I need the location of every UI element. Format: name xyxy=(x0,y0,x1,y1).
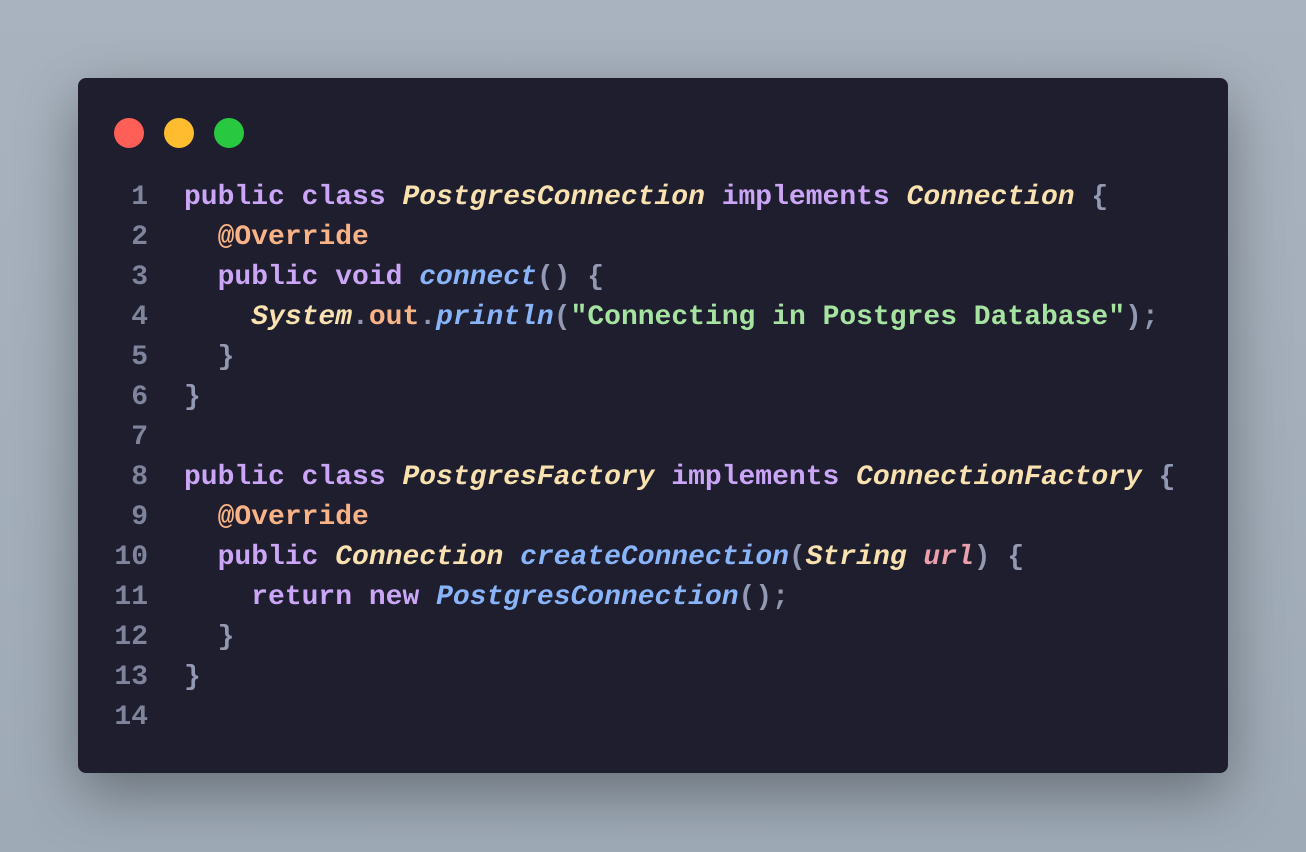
line-source: public Connection createConnection(Strin… xyxy=(184,538,1025,578)
token-punct: () { xyxy=(536,262,605,293)
line-source: } xyxy=(184,658,201,698)
line-source: @Override xyxy=(184,218,369,258)
token-type: System xyxy=(251,302,353,333)
token-punct: { xyxy=(1141,462,1176,493)
token-type: ConnectionFactory xyxy=(856,462,1142,493)
line-source: @Override xyxy=(184,498,369,538)
line-number: 3 xyxy=(131,262,148,293)
token-type: Connection xyxy=(335,542,504,573)
token-param: url xyxy=(923,542,974,573)
token-function: connect xyxy=(419,262,537,293)
line-source: public void connect() { xyxy=(184,258,604,298)
token-punct: (); xyxy=(738,582,789,613)
close-button[interactable] xyxy=(114,118,144,148)
line-number: 2 xyxy=(131,222,148,253)
token-keyword: public void xyxy=(217,262,420,293)
line-number: 5 xyxy=(131,342,148,373)
line-number: 12 xyxy=(114,622,148,653)
token-function: createConnection xyxy=(520,542,789,573)
line-source: } xyxy=(184,338,235,378)
token-keyword: return new xyxy=(251,582,437,613)
token-punct: ); xyxy=(1125,302,1159,333)
maximize-button[interactable] xyxy=(214,118,244,148)
token-punct: } xyxy=(184,662,201,693)
token-function: PostgresConnection xyxy=(436,582,739,613)
line-number: 6 xyxy=(131,382,148,413)
token-type: Connection xyxy=(906,182,1075,213)
token-string: "Connecting in Postgres Database" xyxy=(570,302,1126,333)
token-type: PostgresConnection xyxy=(402,182,705,213)
line-number: 10 xyxy=(114,542,148,573)
token-punct: ( xyxy=(788,542,806,573)
line-number: 14 xyxy=(114,702,148,733)
token-type: PostgresFactory xyxy=(402,462,655,493)
token-punct: } xyxy=(217,622,235,653)
line-source: System.out.println("Connecting in Postgr… xyxy=(184,298,1159,338)
code-window: 1 public class PostgresConnection impleme… xyxy=(78,78,1228,773)
line-source: return new PostgresConnection(); xyxy=(184,578,789,618)
token-punct: } xyxy=(184,382,201,413)
line-number: 1 xyxy=(131,182,148,213)
line-source: public class PostgresConnection implemen… xyxy=(184,178,1108,218)
token-keyword: public xyxy=(217,542,336,573)
token-punct: } xyxy=(217,342,235,373)
line-number: 13 xyxy=(114,662,148,693)
token-annotation: @Override xyxy=(217,222,369,253)
token-keyword: implements xyxy=(654,462,857,493)
token-type: String xyxy=(805,542,907,573)
line-number: 4 xyxy=(131,302,148,333)
token-punct: ) { xyxy=(973,542,1025,573)
token-punct: . xyxy=(419,302,437,333)
token-punct: { xyxy=(1074,182,1109,213)
line-source: } xyxy=(184,378,201,418)
token-keyword: implements xyxy=(704,182,907,213)
line-source: public class PostgresFactory implements … xyxy=(184,458,1175,498)
token-keyword: public class xyxy=(184,462,403,493)
token-function: println xyxy=(436,302,554,333)
line-number: 7 xyxy=(131,422,148,453)
line-number: 8 xyxy=(131,462,148,493)
token-punct: ( xyxy=(553,302,571,333)
line-number: 9 xyxy=(131,502,148,533)
line-number: 11 xyxy=(114,582,148,613)
token-keyword: public class xyxy=(184,182,403,213)
token-field: out xyxy=(368,302,420,333)
token-punct: . xyxy=(352,302,369,333)
minimize-button[interactable] xyxy=(164,118,194,148)
line-source: } xyxy=(184,618,235,658)
token-annotation: @Override xyxy=(217,502,369,533)
